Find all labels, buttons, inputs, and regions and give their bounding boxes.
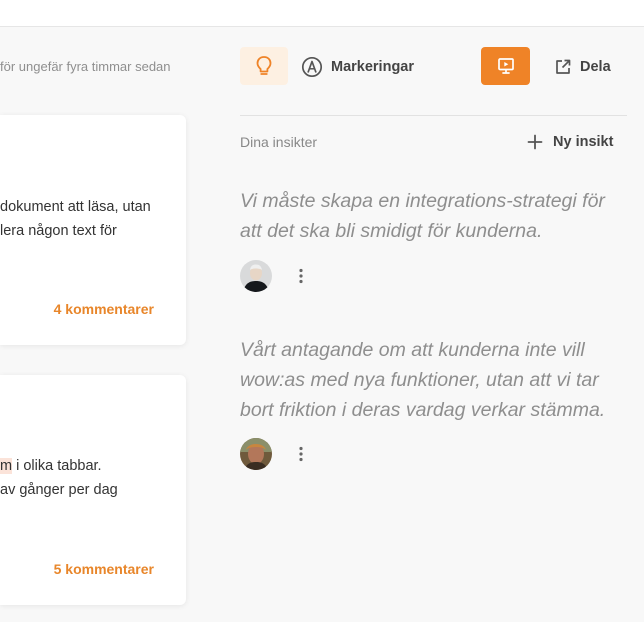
markings-label: Markeringar <box>331 59 415 75</box>
external-link-icon <box>556 59 571 74</box>
share-label: Dela <box>580 59 611 75</box>
insight-text-line[interactable]: wow:as med nya funktioner, utan att vi t… <box>240 365 599 395</box>
section-divider <box>240 115 627 116</box>
insight-menu-button[interactable] <box>296 446 306 462</box>
avatar[interactable] <box>240 438 272 470</box>
top-bar <box>0 0 644 27</box>
pen-circle-icon <box>301 56 323 78</box>
comments-link[interactable]: 4 kommentarer <box>54 301 154 317</box>
more-vertical-icon <box>299 446 303 462</box>
highlight-card[interactable]: m i olika tabbar. av gånger per dag 5 ko… <box>0 375 186 605</box>
insights-heading: Dina insikter <box>240 134 318 150</box>
insight-menu-button[interactable] <box>296 268 306 284</box>
insight-text-line[interactable]: Vårt antagande om att kunderna inte vill <box>240 335 585 365</box>
insight-text-line[interactable]: bort friktion i deras vardag verkar stäm… <box>240 395 605 425</box>
markings-button[interactable]: Markeringar <box>301 55 414 79</box>
insight-text-line[interactable]: att det ska bli smidigt för kunderna. <box>240 216 542 246</box>
card-text-line: av gånger per dag <box>0 482 118 498</box>
plus-icon <box>527 134 543 150</box>
text-highlight[interactable]: m <box>0 458 13 474</box>
insights-toggle-button[interactable] <box>240 47 288 85</box>
share-button[interactable]: Dela <box>554 56 611 78</box>
insight-text-line[interactable]: Vi måste skapa en integrations-strategi … <box>240 186 605 216</box>
avatar-image <box>240 438 272 470</box>
avatar[interactable] <box>240 260 272 292</box>
new-insight-label: Ny insikt <box>553 134 614 150</box>
present-button[interactable] <box>481 47 530 85</box>
more-vertical-icon <box>299 268 303 284</box>
card-text-line: dokument att läsa, utan <box>0 199 151 215</box>
presentation-icon <box>497 58 514 74</box>
card-text-rest: i olika tabbar. <box>12 458 102 474</box>
last-edited-timestamp: för ungefär fyra timmar sedan <box>0 59 171 74</box>
avatar-image <box>240 260 272 292</box>
new-insight-button[interactable]: Ny insikt <box>527 133 613 151</box>
highlight-card[interactable]: dokument att läsa, utan lera någon text … <box>0 115 186 345</box>
lightbulb-icon <box>256 56 272 75</box>
card-text-line: lera någon text för <box>0 223 117 239</box>
comments-link[interactable]: 5 kommentarer <box>54 561 154 577</box>
card-text-line: m i olika tabbar. <box>0 454 102 478</box>
